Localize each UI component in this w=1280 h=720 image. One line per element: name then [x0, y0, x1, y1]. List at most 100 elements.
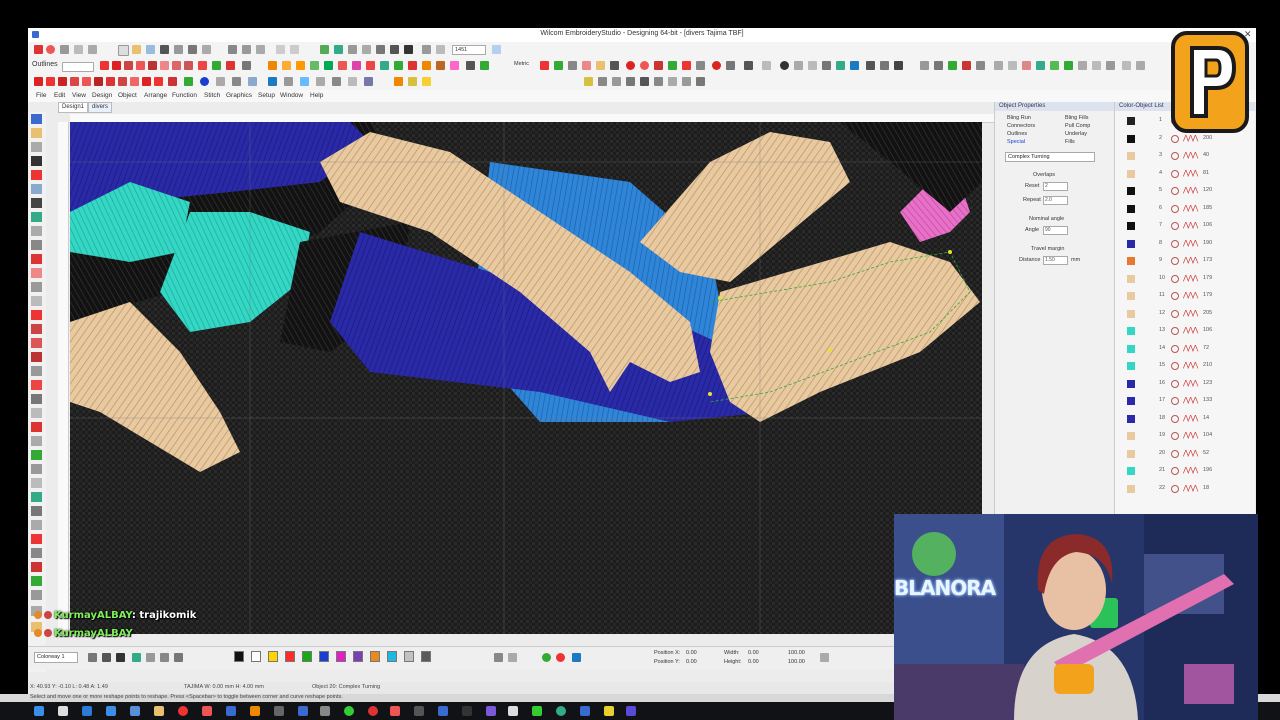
thread-color-swatch[interactable] — [268, 651, 278, 662]
palette-brush-icon[interactable] — [146, 653, 155, 662]
space-icon[interactable] — [626, 77, 635, 86]
color-film-icon[interactable] — [1050, 61, 1059, 70]
menu-graphics[interactable]: Graphics — [226, 92, 252, 99]
height-value[interactable]: 0.00 — [748, 659, 759, 665]
arrange-icon[interactable] — [568, 61, 577, 70]
thread-color-swatch[interactable] — [353, 651, 363, 662]
fill-tool-icon[interactable] — [31, 212, 42, 222]
copy-icon[interactable] — [88, 45, 97, 54]
heart-tool-icon[interactable] — [31, 422, 42, 432]
app-icon-10[interactable] — [298, 706, 308, 716]
color-object-row[interactable]: 20 ⋀⋀⋀ 52 — [1125, 449, 1235, 459]
color-object-row[interactable]: 9 ⋀⋀⋀ 173 — [1125, 256, 1235, 266]
repeat-input[interactable]: 2.0 — [1043, 196, 1068, 205]
red-pen-icon[interactable] — [31, 310, 42, 320]
weld-icon[interactable] — [248, 77, 257, 86]
app-icon-18[interactable] — [486, 706, 496, 716]
tab-pull-comp[interactable]: Pull Comp — [1065, 123, 1090, 129]
square-tool-icon[interactable] — [31, 408, 42, 418]
menu-object[interactable]: Object — [118, 92, 137, 99]
edge-icon[interactable] — [82, 706, 92, 716]
sequin-icon[interactable] — [226, 61, 235, 70]
scale-width-value[interactable]: 100.00 — [788, 650, 805, 656]
save-as-icon[interactable] — [160, 45, 169, 54]
tab-bling-run[interactable]: Bling Run — [1007, 115, 1031, 121]
travel-back-icon[interactable] — [334, 45, 343, 54]
contour-icon[interactable] — [70, 77, 79, 86]
color-object-row[interactable]: 17 ⋀⋀⋀ 133 — [1125, 396, 1235, 406]
thread-color-swatch[interactable] — [404, 651, 414, 662]
reshape-node[interactable] — [718, 296, 722, 300]
reshape-view-icon[interactable] — [920, 61, 929, 70]
new-file-icon[interactable] — [118, 45, 129, 56]
twin-line-icon[interactable] — [31, 338, 42, 348]
overview-icon[interactable] — [1064, 61, 1073, 70]
pen-tool-icon[interactable] — [31, 240, 42, 250]
satin-outline-icon[interactable] — [148, 61, 157, 70]
color-object-row[interactable]: 6 ⋀⋀⋀ 185 — [1125, 204, 1235, 214]
settings-icon[interactable] — [1136, 61, 1145, 70]
palette-color-icon[interactable] — [116, 653, 125, 662]
export-icon[interactable] — [1122, 61, 1131, 70]
width-value[interactable]: 0.00 — [748, 650, 759, 656]
menu-window[interactable]: Window — [280, 92, 303, 99]
position-y-value[interactable]: 0.00 — [686, 659, 697, 665]
app-icon-11[interactable] — [320, 706, 330, 716]
motif-fill-icon[interactable] — [106, 77, 115, 86]
stitch-type-dropdown[interactable]: Complex Turning — [1005, 152, 1095, 162]
play-icon[interactable] — [390, 45, 399, 54]
grid-tool-icon[interactable] — [31, 478, 42, 488]
colorway-dropdown[interactable]: Colorway 1 — [34, 652, 78, 663]
copy-format-icon[interactable] — [640, 77, 649, 86]
color-object-row[interactable]: 12 ⋀⋀⋀ 205 — [1125, 309, 1235, 319]
auto-start-icon[interactable] — [332, 77, 341, 86]
tab-connectors[interactable]: Connectors — [1007, 123, 1035, 129]
monogram-icon[interactable] — [310, 61, 319, 70]
design-view-icon[interactable] — [976, 61, 985, 70]
wilcom-icon[interactable] — [46, 45, 55, 54]
outline-icon[interactable] — [74, 45, 83, 54]
menu-design[interactable]: Design — [92, 92, 112, 99]
color-object-row[interactable]: 13 ⋀⋀⋀ 106 — [1125, 326, 1235, 336]
brush-icon[interactable] — [450, 61, 459, 70]
break-apart-icon[interactable] — [232, 77, 241, 86]
zoom-field[interactable]: 1451 — [452, 45, 486, 55]
satin-icon[interactable] — [34, 77, 43, 86]
highlight-icon[interactable] — [422, 77, 431, 86]
stipple-icon[interactable] — [184, 77, 193, 86]
fractal-icon[interactable] — [300, 77, 309, 86]
arrow-tool-icon[interactable] — [31, 394, 42, 404]
offset-icon[interactable] — [696, 77, 705, 86]
show-stitches-icon[interactable] — [880, 61, 889, 70]
thread-color-swatch[interactable] — [421, 651, 431, 662]
backstitch-icon[interactable] — [124, 61, 133, 70]
pan-view-icon[interactable] — [808, 61, 817, 70]
thread-color-swatch[interactable] — [234, 651, 244, 662]
record-icon[interactable] — [640, 61, 649, 70]
tab-design1[interactable]: Design1 — [58, 102, 89, 113]
steam-icon[interactable] — [580, 706, 590, 716]
color-object-row[interactable]: 18 ⋀⋀⋀ 14 — [1125, 414, 1235, 424]
trapunto-icon[interactable] — [130, 77, 139, 86]
outline-fill-icon[interactable] — [394, 61, 403, 70]
thread-color-swatch[interactable] — [370, 651, 380, 662]
palette-menu-icon[interactable] — [494, 653, 503, 662]
color-object-row[interactable]: 15 ⋀⋀⋀ 210 — [1125, 361, 1235, 371]
measure-tool-icon[interactable] — [31, 282, 42, 292]
distribute-icon[interactable] — [612, 77, 621, 86]
travel-first-icon[interactable] — [320, 45, 329, 54]
blanket-icon[interactable] — [160, 61, 169, 70]
scale-icon[interactable] — [726, 61, 735, 70]
worksheet-icon[interactable] — [1092, 61, 1101, 70]
blanket-tool-icon[interactable] — [31, 352, 42, 362]
thread-color-swatch[interactable] — [302, 651, 312, 662]
spotify-icon[interactable] — [344, 706, 354, 716]
palette-remove-icon[interactable] — [174, 653, 183, 662]
reshape-node[interactable] — [828, 348, 832, 352]
lock-object-icon[interactable] — [610, 61, 619, 70]
menu-view[interactable]: View — [72, 92, 86, 99]
app-icon-17[interactable] — [462, 706, 472, 716]
show-all-icon[interactable] — [822, 61, 831, 70]
color-object-row[interactable]: 16 ⋀⋀⋀ 123 — [1125, 379, 1235, 389]
lock-icon[interactable] — [202, 45, 211, 54]
